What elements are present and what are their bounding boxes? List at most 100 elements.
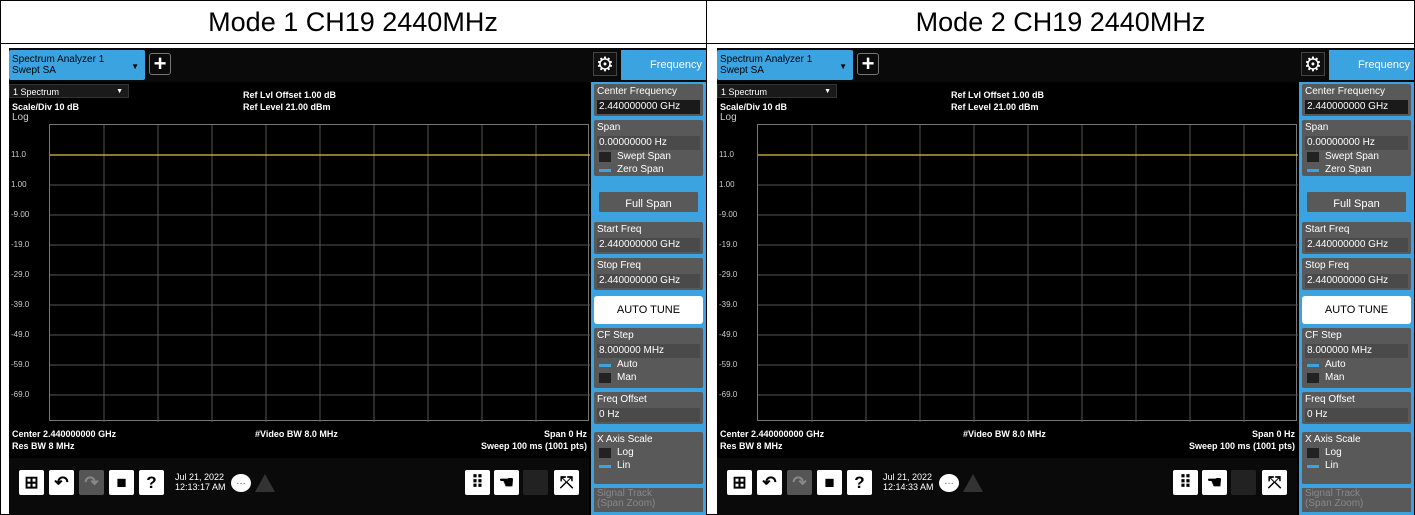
center-frequency-key[interactable]: Center Frequency 2.440000000 GHz <box>594 84 703 116</box>
start-freq-key[interactable]: Start Freq 2.440000000 GHz <box>1302 222 1411 254</box>
undo-icon[interactable]: ↶ <box>757 470 782 495</box>
touch-icon[interactable]: ☚ <box>1202 470 1227 495</box>
analyzer-tab[interactable]: Spectrum Analyzer 1 Swept SA ▼ <box>717 50 853 80</box>
cf-step-value[interactable]: 8.000000 MHz <box>1305 344 1408 358</box>
fullscreen-icon[interactable]: ⤧ <box>1262 470 1287 495</box>
full-span-button[interactable]: Full Span <box>1305 190 1408 214</box>
swept-span-option[interactable]: Swept Span <box>597 151 700 163</box>
zero-span-option[interactable]: Zero Span <box>597 164 700 176</box>
log-label: Log <box>720 112 737 123</box>
signal-track-key[interactable]: Signal Track (Span Zoom) <box>594 488 703 512</box>
add-screen-button[interactable]: + <box>857 53 879 75</box>
windows-icon[interactable]: ⊞ <box>19 470 44 495</box>
keypad-icon[interactable]: ⠿ <box>465 470 490 495</box>
auto-tune-button[interactable]: AUTO TUNE <box>1302 296 1411 324</box>
analyzer-tab[interactable]: Spectrum Analyzer 1 Swept SA ▼ <box>9 50 145 80</box>
freq-offset-key[interactable]: Freq Offset 0 Hz <box>594 392 703 424</box>
res-bw-label: Res BW 8 MHz <box>12 441 75 451</box>
top-bar: Spectrum Analyzer 1 Swept SA ▼ + ⚙ Frequ… <box>9 48 706 82</box>
x-axis-scale-key[interactable]: X Axis Scale Log Lin <box>594 432 703 484</box>
message-icon[interactable]: … <box>939 474 959 492</box>
stop-freq-key[interactable]: Stop Freq 2.440000000 GHz <box>1302 258 1411 290</box>
frequency-menu-tab[interactable]: Frequency <box>1329 50 1414 80</box>
gear-icon[interactable]: ⚙ <box>593 52 617 76</box>
lin-option[interactable]: Lin <box>1305 460 1408 472</box>
y-tick: 1.00 <box>719 180 735 189</box>
log-option[interactable]: Log <box>597 447 700 459</box>
lin-option[interactable]: Lin <box>597 460 700 472</box>
option-indicator <box>599 448 611 458</box>
multiscreen-icon[interactable] <box>1231 470 1256 495</box>
message-icon[interactable]: … <box>231 474 251 492</box>
log-option[interactable]: Log <box>1305 447 1408 459</box>
zero-span-option[interactable]: Zero Span <box>1305 164 1408 176</box>
redo-icon[interactable]: ↷ <box>79 470 104 495</box>
folder-icon[interactable]: ■ <box>817 470 842 495</box>
plot-area <box>757 124 1298 422</box>
x-axis-scale-key[interactable]: X Axis Scale Log Lin <box>1302 432 1411 484</box>
keypad-icon[interactable]: ⠿ <box>1173 470 1198 495</box>
spectrum-dropdown[interactable]: 1 Spectrum ▼ <box>9 84 129 98</box>
y-tick: -9.00 <box>11 210 30 219</box>
spectrum-dropdown-label: 1 Spectrum <box>721 87 768 97</box>
warning-icon[interactable] <box>963 474 983 492</box>
swept-span-option[interactable]: Swept Span <box>1305 151 1408 163</box>
auto-option[interactable]: Auto <box>597 359 700 371</box>
span-value[interactable]: 0.00000000 Hz <box>1305 136 1408 150</box>
center-frequency-key[interactable]: Center Frequency 2.440000000 GHz <box>1302 84 1411 116</box>
option-label: Log <box>1325 447 1342 458</box>
span-label: Span 0 Hz <box>543 429 587 439</box>
folder-icon[interactable]: ■ <box>109 470 134 495</box>
man-option[interactable]: Man <box>1305 372 1408 384</box>
fullscreen-icon[interactable]: ⤧ <box>554 470 579 495</box>
full-span-button[interactable]: Full Span <box>597 190 700 214</box>
center-frequency-value[interactable]: 2.440000000 GHz <box>1305 100 1408 114</box>
redo-icon[interactable]: ↷ <box>787 470 812 495</box>
freq-offset-value[interactable]: 0 Hz <box>1305 408 1408 422</box>
option-label: Auto <box>1325 359 1346 370</box>
key-label: Stop Freq <box>597 260 641 271</box>
cf-step-key[interactable]: CF Step 8.000000 MHz Auto Man <box>594 328 703 388</box>
key-label: Start Freq <box>1305 224 1350 235</box>
option-label: Lin <box>1325 460 1339 471</box>
man-option[interactable]: Man <box>597 372 700 384</box>
stop-freq-value[interactable]: 2.440000000 GHz <box>597 274 700 288</box>
help-icon[interactable]: ? <box>139 470 164 495</box>
windows-icon[interactable]: ⊞ <box>727 470 752 495</box>
undo-icon[interactable]: ↶ <box>49 470 74 495</box>
plot-grid-svg <box>758 125 1298 422</box>
freq-offset-value[interactable]: 0 Hz <box>597 408 700 422</box>
auto-option[interactable]: Auto <box>1305 359 1408 371</box>
span-value[interactable]: 0.00000000 Hz <box>597 136 700 150</box>
cf-step-value[interactable]: 8.000000 MHz <box>597 344 700 358</box>
add-screen-button[interactable]: + <box>149 53 171 75</box>
key-label: Start Freq <box>597 224 642 235</box>
key-label: Center Frequency <box>597 86 678 97</box>
span-key[interactable]: Span 0.00000000 Hz Swept Span Zero Span <box>1302 120 1411 176</box>
start-freq-value[interactable]: 2.440000000 GHz <box>1305 238 1408 252</box>
key-label: CF Step <box>1305 330 1342 341</box>
start-freq-key[interactable]: Start Freq 2.440000000 GHz <box>594 222 703 254</box>
start-freq-value[interactable]: 2.440000000 GHz <box>597 238 700 252</box>
cf-step-key[interactable]: CF Step 8.000000 MHz Auto Man <box>1302 328 1411 388</box>
y-tick: -39.0 <box>719 300 738 309</box>
warning-icon[interactable] <box>255 474 275 492</box>
y-tick: -19.0 <box>11 240 30 249</box>
y-tick: 11.0 <box>719 150 734 159</box>
y-tick: -49.0 <box>11 330 30 339</box>
center-frequency-value[interactable]: 2.440000000 GHz <box>597 100 700 114</box>
spectrum-dropdown[interactable]: 1 Spectrum ▼ <box>717 84 837 98</box>
multiscreen-icon[interactable] <box>523 470 548 495</box>
signal-track-key[interactable]: Signal Track (Span Zoom) <box>1302 488 1411 512</box>
stop-freq-value[interactable]: 2.440000000 GHz <box>1305 274 1408 288</box>
span-key[interactable]: Span 0.00000000 Hz Swept Span Zero Span <box>594 120 703 176</box>
freq-offset-key[interactable]: Freq Offset 0 Hz <box>1302 392 1411 424</box>
dropdown-arrow-icon: ▼ <box>131 62 139 71</box>
frequency-menu-tab[interactable]: Frequency <box>621 50 706 80</box>
help-icon[interactable]: ? <box>847 470 872 495</box>
auto-tune-button[interactable]: AUTO TUNE <box>594 296 703 324</box>
touch-icon[interactable]: ☚ <box>494 470 519 495</box>
ref-offset-label: Ref Lvl Offset 1.00 dB <box>951 90 1045 100</box>
gear-icon[interactable]: ⚙ <box>1301 52 1325 76</box>
stop-freq-key[interactable]: Stop Freq 2.440000000 GHz <box>594 258 703 290</box>
